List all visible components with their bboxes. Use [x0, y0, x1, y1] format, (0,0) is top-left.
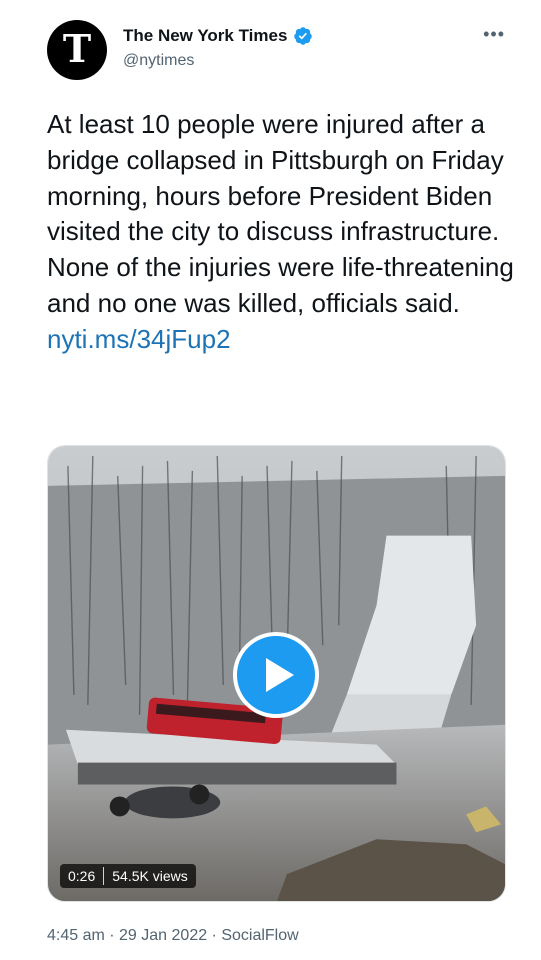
- handle[interactable]: @nytimes: [123, 52, 313, 70]
- display-name[interactable]: The New York Times: [123, 26, 287, 46]
- tweet-time[interactable]: 4:45 am: [47, 927, 105, 944]
- meta-separator: ·: [104, 927, 120, 944]
- tweet-link[interactable]: nyti.ms/34jFup2: [47, 324, 231, 354]
- tweet-date[interactable]: 29 Jan 2022: [119, 927, 207, 944]
- video-views: 54.5K views: [112, 868, 188, 884]
- tweet-text: At least 10 people were injured after a …: [47, 107, 517, 358]
- video-player[interactable]: 0:26 54.5K views: [47, 445, 506, 902]
- avatar-logo: T: [62, 26, 92, 71]
- avatar[interactable]: T: [47, 20, 107, 80]
- video-badges: 0:26 54.5K views: [60, 864, 196, 888]
- verified-badge-icon: [294, 27, 313, 45]
- video-duration: 0:26: [68, 868, 96, 884]
- badge-divider: [103, 867, 105, 885]
- more-options-icon[interactable]: •••: [483, 24, 505, 45]
- tweet-meta: 4:45 am · 29 Jan 2022 · SocialFlow: [47, 927, 299, 945]
- meta-separator: ·: [207, 927, 222, 944]
- play-button[interactable]: [233, 632, 319, 718]
- tweet: T The New York Times @nytimes ••• At lea…: [0, 0, 541, 960]
- tweet-source[interactable]: SocialFlow: [221, 927, 298, 944]
- play-icon: [266, 658, 294, 692]
- account-info[interactable]: The New York Times @nytimes: [123, 26, 313, 70]
- tweet-body: At least 10 people were injured after a …: [47, 109, 514, 318]
